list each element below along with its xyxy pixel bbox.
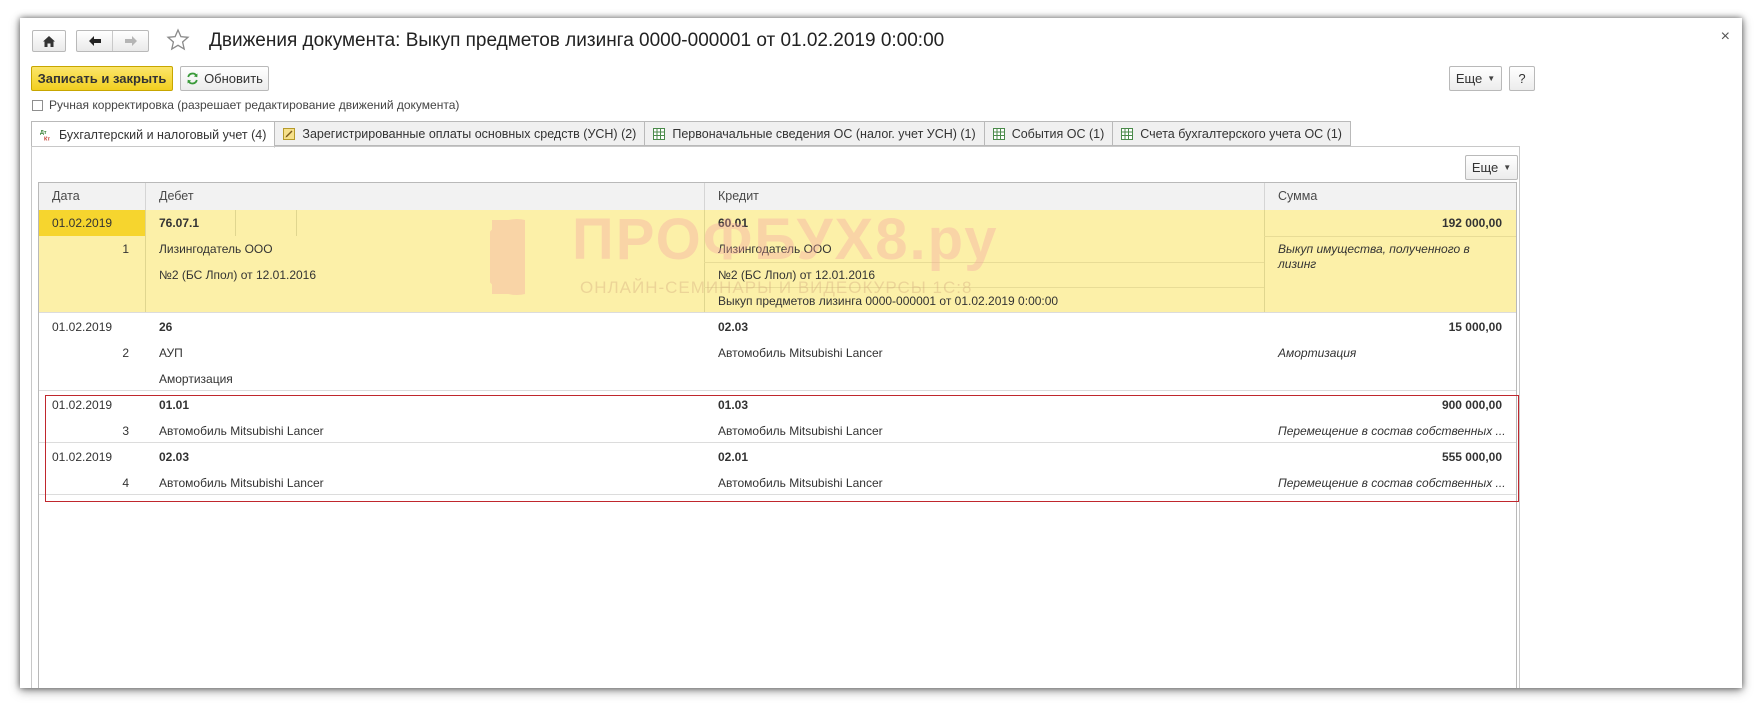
column-debit[interactable]: Дебет: [145, 183, 704, 210]
debit-account: 26: [159, 320, 173, 334]
debit-subconto-2: Амортизация: [159, 372, 233, 386]
credit-subconto-2: №2 (БС Лпол) от 12.01.2016: [718, 268, 876, 282]
credit-subconto-1: Автомобиль Mitsubishi Lancer: [718, 476, 883, 490]
column-divider: [704, 210, 705, 312]
debit-account: 01.01: [159, 398, 190, 412]
favorite-star-button[interactable]: [166, 28, 190, 52]
save-and-close-button[interactable]: Записать и закрыть: [31, 66, 173, 91]
refresh-icon: [187, 72, 198, 85]
table-row[interactable]: 01.02.2019 1 76.07.1 Лизингодатель ООО №…: [39, 210, 1516, 313]
column-sum[interactable]: Сумма: [1264, 183, 1516, 210]
content-line-1: Перемещение в состав собственных ...: [1278, 424, 1506, 438]
row-number: 1: [122, 242, 129, 256]
table-row[interactable]: 01.02.2019 2 26 АУП Амортизация 02.03 Ав…: [39, 313, 1516, 391]
title-bar: Движения документа: Выкуп предметов лизи…: [20, 18, 1742, 64]
column-credit[interactable]: Кредит: [704, 183, 1264, 210]
column-divider: [296, 210, 297, 236]
table-row[interactable]: 01.02.2019 3 01.01 Автомобиль Mitsubishi…: [39, 391, 1516, 443]
star-icon: [166, 28, 190, 51]
tab-accounting[interactable]: Дт Кт Бухгалтерский и налоговый учет (4): [31, 121, 276, 148]
window-title: Движения документа: Выкуп предметов лизи…: [209, 30, 945, 51]
home-icon: [43, 35, 55, 47]
credit-subconto-1: Лизингодатель ООО: [718, 242, 832, 256]
row-number: 3: [122, 424, 129, 438]
home-button[interactable]: [32, 30, 66, 52]
table-more-label: Еще: [1471, 160, 1499, 175]
date-value: 01.02.2019: [52, 450, 113, 464]
register-icon: [283, 127, 296, 140]
table-icon: [653, 127, 666, 140]
table-icon: [1121, 127, 1134, 140]
column-date[interactable]: Дата: [39, 183, 145, 210]
tab-label: Первоначальные сведения ОС (налог. учет …: [672, 126, 976, 141]
document-movements-window: Движения документа: Выкуп предметов лизи…: [20, 18, 1742, 688]
tab-label: Зарегистрированные оплаты основных средс…: [302, 126, 637, 141]
content-line-1: Амортизация: [1278, 346, 1357, 360]
history-nav: [76, 30, 149, 52]
tab-events[interactable]: События ОС (1): [984, 121, 1114, 146]
tab-bar: Дт Кт Бухгалтерский и налоговый учет (4)…: [31, 121, 1351, 148]
debit-subconto-1: Лизингодатель ООО: [159, 242, 273, 256]
tab-label: Счета бухгалтерского учета ОС (1): [1140, 126, 1342, 141]
amount: 192 000,00: [1441, 216, 1502, 230]
caret-down-icon: ▼: [1487, 74, 1496, 83]
credit-account: 02.01: [718, 450, 749, 464]
table-row[interactable]: 01.02.2019 4 02.03 Автомобиль Mitsubishi…: [39, 443, 1516, 495]
accounting-icon: Дт Кт: [40, 130, 50, 141]
refresh-button[interactable]: Обновить: [180, 66, 269, 91]
credit-subconto-1: Автомобиль Mitsubishi Lancer: [718, 346, 883, 360]
table-icon: [992, 127, 1005, 140]
credit-account: 01.03: [718, 398, 749, 412]
help-button[interactable]: ?: [1509, 66, 1535, 91]
close-button[interactable]: ×: [1721, 28, 1730, 46]
sub-divider: [704, 287, 1264, 288]
table-more-button[interactable]: Еще ▼: [1465, 155, 1518, 180]
movements-table: Дата Дебет Кредит Сумма 01.02.2019 1 76.…: [38, 182, 1517, 688]
svg-text:Кт: Кт: [44, 136, 50, 141]
debit-subconto-1: АУП: [159, 346, 183, 360]
column-divider: [235, 210, 236, 236]
sub-divider: [704, 262, 1264, 263]
refresh-label: Обновить: [204, 71, 263, 86]
manual-correction-label[interactable]: Ручная корректировка (разрешает редактир…: [49, 98, 459, 112]
date-value: 01.02.2019: [52, 398, 113, 412]
content-line-1: Выкуп имущества, полученного в: [1278, 242, 1470, 256]
row-number: 2: [122, 346, 129, 360]
debit-subconto-1: Автомобиль Mitsubishi Lancer: [159, 424, 324, 438]
date-value: 01.02.2019: [52, 216, 113, 230]
arrow-right-icon: [124, 36, 137, 46]
tab-registered-payments[interactable]: Зарегистрированные оплаты основных средс…: [275, 121, 646, 146]
more-menu-label: Еще: [1455, 71, 1483, 86]
forward-button[interactable]: [112, 31, 148, 51]
debit-subconto-1: Автомобиль Mitsubishi Lancer: [159, 476, 324, 490]
credit-subconto-1: Автомобиль Mitsubishi Lancer: [718, 424, 883, 438]
caret-down-icon: ▼: [1503, 163, 1512, 172]
amount: 15 000,00: [1448, 320, 1502, 334]
date-value: 01.02.2019: [52, 320, 113, 334]
manual-correction-row: Ручная корректировка (разрешает редактир…: [32, 98, 459, 112]
svg-text:Дт: Дт: [40, 130, 47, 136]
debit-account: 02.03: [159, 450, 190, 464]
tab-label: События ОС (1): [1011, 126, 1105, 141]
arrow-left-icon: [88, 36, 101, 46]
credit-account: 02.03: [718, 320, 749, 334]
table-header: Дата Дебет Кредит Сумма: [39, 183, 1516, 211]
amount: 555 000,00: [1441, 450, 1502, 464]
debit-account: 76.07.1: [159, 216, 200, 230]
content-line-1: Перемещение в состав собственных ...: [1278, 476, 1506, 490]
debit-subconto-2: №2 (БС Лпол) от 12.01.2016: [159, 268, 317, 282]
amount: 900 000,00: [1441, 398, 1502, 412]
sub-divider: [1264, 236, 1516, 237]
column-divider: [145, 210, 146, 312]
credit-subconto-3: Выкуп предметов лизинга 0000-000001 от 0…: [718, 294, 1059, 308]
tab-initial-info[interactable]: Первоначальные сведения ОС (налог. учет …: [645, 121, 985, 146]
manual-correction-checkbox[interactable]: [32, 99, 43, 111]
more-menu-button[interactable]: Еще ▼: [1449, 66, 1502, 91]
tab-accounts[interactable]: Счета бухгалтерского учета ОС (1): [1113, 121, 1351, 146]
tab-label: Бухгалтерский и налоговый учет (4): [59, 127, 267, 142]
content-line-2: лизинг: [1278, 257, 1317, 271]
back-button[interactable]: [77, 31, 112, 51]
row-number: 4: [122, 476, 129, 490]
credit-account: 60.01: [718, 216, 749, 230]
